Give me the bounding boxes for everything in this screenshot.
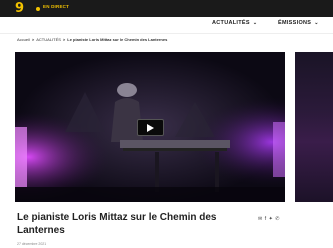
mail-icon[interactable]: ✉ [258,216,262,222]
share-bar: ✉ f ✦ ✆ [258,216,282,222]
whatsapp-icon[interactable]: ✆ [275,216,279,222]
live-link[interactable]: EN DIRECT [43,4,69,9]
breadcrumb-section[interactable]: ACTUALITÉS [36,37,61,42]
breadcrumb-separator: > [62,37,66,42]
chevron-down-icon: ⌄ [252,20,258,26]
nav-item-actualites[interactable]: ACTUALITÉS ⌄ [212,20,257,26]
breadcrumb-home[interactable]: Accueil [17,37,30,42]
breadcrumb-separator: > [31,37,35,42]
side-preview [295,52,333,202]
breadcrumb: Accueil > ACTUALITÉS > Le pianiste Loris Mit… [17,37,167,42]
nav-item-emissions[interactable]: ÉMISSIONS ⌄ [278,20,319,26]
facebook-icon[interactable]: f [265,216,266,222]
article-title: Le pianiste Loris Mittaz sur le Chemin d… [17,212,217,236]
twitter-icon[interactable]: ✦ [269,216,273,222]
video-player[interactable] [15,52,285,202]
top-bar: 9 EN DIRECT [0,0,333,17]
nav-item-label: ACTUALITÉS [212,20,250,26]
article-date: 27 décembre 2021 [17,242,47,246]
play-button[interactable] [137,119,164,136]
channel-logo[interactable]: 9 [15,1,29,16]
breadcrumb-current: Le pianiste Loris Mittaz sur le Chemin d… [67,37,168,42]
nav-item-label: ÉMISSIONS [278,20,312,26]
live-dot-icon [36,7,40,11]
chevron-down-icon: ⌄ [314,20,319,26]
main-nav: ACTUALITÉS ⌄ ÉMISSIONS ⌄ [0,17,333,34]
